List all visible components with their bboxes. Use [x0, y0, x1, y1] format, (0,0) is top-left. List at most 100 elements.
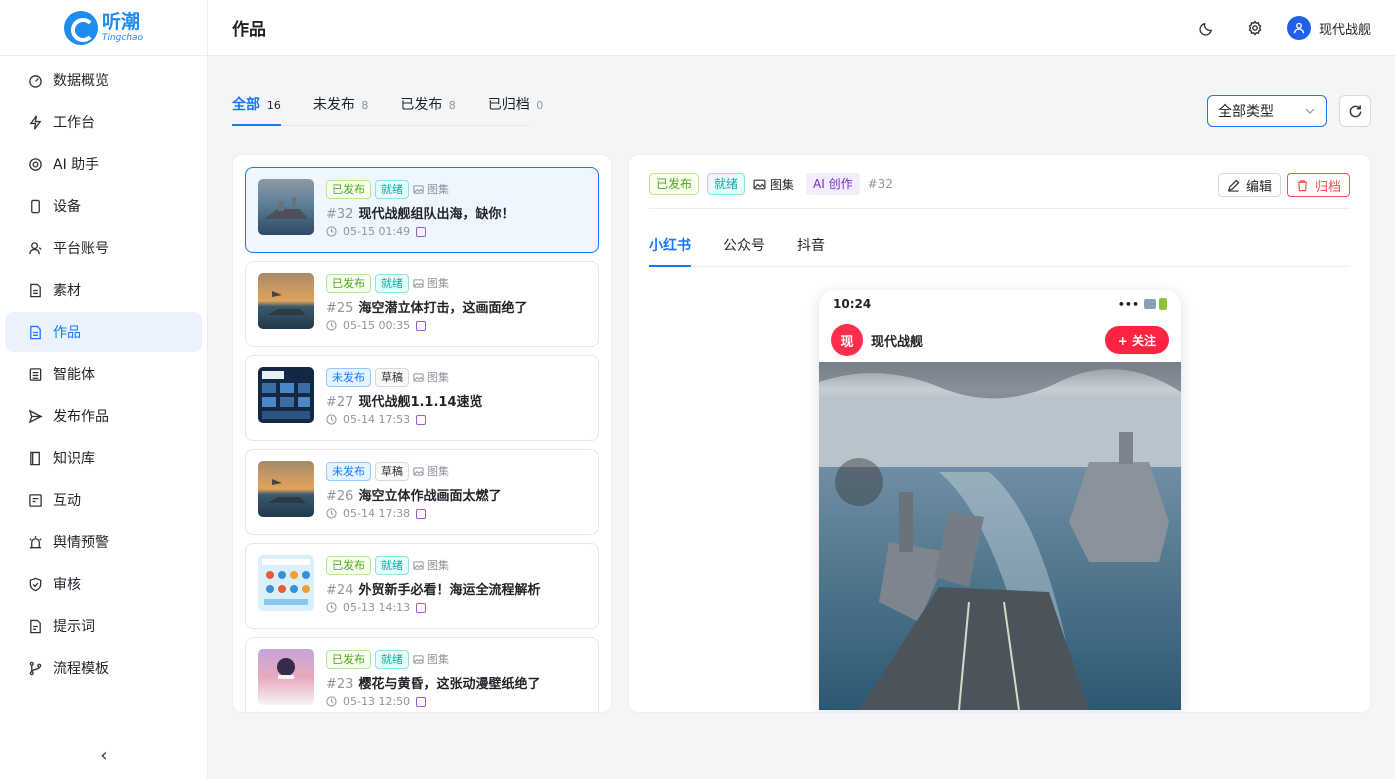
tab-published[interactable]: 已发布 8	[400, 92, 455, 125]
work-number: #23	[326, 677, 354, 692]
type-select[interactable]: 全部类型	[1207, 95, 1327, 127]
sidebar-item-label: 工作台	[53, 115, 95, 131]
image-icon	[413, 654, 424, 664]
logo-mark-icon	[63, 10, 98, 45]
dashboard-icon	[27, 72, 43, 88]
chevron-down-icon	[1305, 108, 1315, 114]
image-icon	[413, 184, 424, 194]
sidebar-item-accounts[interactable]: 平台账号	[5, 228, 202, 268]
work-title-text: 樱花与黄昏，这张动漫壁纸绝了	[358, 677, 541, 692]
status-badge: 未发布	[326, 367, 371, 387]
work-time-text: 05-13 12:50	[343, 695, 411, 708]
work-card[interactable]: 已发布 就绪 图集 #25 海空潜立体打击，这画面绝了 05-15 00:35	[245, 261, 599, 347]
kind-label: 图集	[753, 173, 794, 195]
sidebar-item-publish[interactable]: 发布作品	[5, 396, 202, 436]
sidebar-item-sentiment[interactable]: 舆情预警	[5, 522, 202, 562]
sidebar-item-devices[interactable]: 设备	[5, 186, 202, 226]
work-thumbnail	[258, 461, 314, 517]
sidebar-item-workbench[interactable]: 工作台	[5, 102, 202, 142]
work-title: #24 外贸新手必看！海运全流程解析	[326, 579, 586, 598]
sidebar-item-flow-templates[interactable]: 流程模板	[5, 648, 202, 688]
sidebar-item-agents[interactable]: 智能体	[5, 354, 202, 394]
work-card[interactable]: 未发布 草稿 图集 #27 现代战舰1.1.14速览 05-14 17:53	[245, 355, 599, 441]
sidebar-item-label: 提示词	[53, 619, 95, 635]
work-time-text: 05-14 17:38	[343, 507, 411, 520]
sidebar-nav: 数据概览 工作台 AI 助手 设备 平台账号 素材 作品 智能体 发布作品 知识…	[0, 56, 207, 688]
settings-button[interactable]	[1239, 12, 1271, 44]
sidebar-item-dashboard[interactable]: 数据概览	[5, 60, 202, 100]
sidebar-item-prompts[interactable]: 提示词	[5, 606, 202, 646]
header-actions: 现代战舰	[1191, 0, 1371, 56]
ai-creation-badge: AI 创作	[806, 173, 860, 195]
work-title-text: 海空潜立体打击，这画面绝了	[358, 301, 528, 316]
ai-generated-icon	[416, 226, 427, 237]
sidebar-item-knowledge[interactable]: 知识库	[5, 438, 202, 478]
work-card[interactable]: 已发布 就绪 图集 #24 外贸新手必看！海运全流程解析 05-13 14:13	[245, 543, 599, 629]
app-logo[interactable]: 听潮 Tingchao	[0, 0, 207, 56]
kind-text: 图集	[427, 371, 449, 384]
sidebar-item-label: 知识库	[53, 451, 95, 467]
sidebar-collapse-button[interactable]: ‹	[0, 731, 208, 779]
ai-icon	[27, 156, 43, 172]
work-thumbnail	[258, 179, 314, 235]
work-tags: 已发布 就绪 图集	[326, 273, 586, 293]
sidebar-item-ai-assistant[interactable]: AI 助手	[5, 144, 202, 184]
author-avatar: 现	[831, 324, 863, 356]
tab-label: 未发布	[312, 97, 355, 113]
edit-button[interactable]: 编辑	[1217, 173, 1281, 197]
trash-icon	[1297, 179, 1308, 191]
image-icon	[753, 179, 766, 189]
avatar[interactable]	[1286, 16, 1311, 40]
work-card[interactable]: 已发布 就绪 图集 #32 现代战舰组队出海，缺你！ 05-15 01:49	[245, 167, 599, 253]
sidebar-item-label: 作品	[53, 325, 81, 341]
tab-count: 8	[448, 99, 456, 112]
sidebar-item-materials[interactable]: 素材	[5, 270, 202, 310]
sidebar-item-interaction[interactable]: 互动	[5, 480, 202, 520]
work-number: #26	[326, 489, 354, 504]
work-number: #32	[867, 177, 893, 191]
work-thumbnail	[258, 555, 314, 611]
work-card[interactable]: 未发布 草稿 图集 #26 海空立体作战画面太燃了 05-14 17:38	[245, 449, 599, 535]
tab-archived[interactable]: 已归档 0	[488, 92, 543, 125]
work-title: #26 海空立体作战画面太燃了	[326, 485, 586, 504]
work-tags: 已发布 就绪 图集	[326, 649, 586, 669]
work-title: #23 樱花与黄昏，这张动漫壁纸绝了	[326, 673, 586, 692]
chevron-left-icon: ‹	[100, 744, 108, 766]
stage-badge: 就绪	[707, 173, 746, 195]
follow-button[interactable]: + 关注	[1104, 326, 1169, 354]
kind-label: 图集	[413, 463, 449, 479]
tab-count: 8	[361, 99, 369, 112]
work-thumbnail	[258, 649, 314, 705]
stage-badge: 就绪	[375, 273, 409, 293]
top-header: 作品 现代战舰	[208, 0, 1395, 56]
sidebar-item-works[interactable]: 作品	[5, 312, 202, 352]
sidebar-item-review[interactable]: 审核	[5, 564, 202, 604]
work-time: 05-14 17:53	[326, 413, 586, 426]
work-tags: 已发布 就绪 图集	[326, 555, 586, 575]
branch-icon	[27, 660, 43, 676]
work-thumbnail	[258, 367, 314, 423]
sidebar-item-label: 智能体	[53, 367, 95, 383]
tab-all[interactable]: 全部 16	[232, 92, 281, 126]
clock-icon	[326, 696, 337, 707]
refresh-button[interactable]	[1339, 95, 1371, 127]
user-name[interactable]: 现代战舰	[1319, 19, 1371, 38]
work-detail: 已发布 就绪 图集 AI 创作 #32 编辑 归档 小红书 公众号 抖音 10:…	[628, 154, 1371, 713]
sidebar-item-label: 设备	[53, 199, 81, 215]
lightning-icon	[27, 114, 43, 130]
tab-unpublished[interactable]: 未发布 8	[313, 92, 368, 125]
kind-label: 图集	[413, 275, 449, 291]
work-time: 05-14 17:38	[326, 507, 586, 520]
clock-icon	[326, 414, 337, 425]
kind-label: 图集	[413, 369, 449, 385]
document-icon	[27, 324, 43, 340]
tab-xiaohongshu[interactable]: 小红书	[649, 233, 691, 267]
work-card[interactable]: 已发布 就绪 图集 #23 樱花与黄昏，这张动漫壁纸绝了 05-13 12:50	[245, 637, 599, 712]
tab-wechat-official[interactable]: 公众号	[723, 233, 765, 266]
image-icon	[413, 278, 424, 288]
work-time-text: 05-14 17:53	[343, 413, 411, 426]
tab-douyin[interactable]: 抖音	[797, 233, 825, 266]
dark-mode-toggle[interactable]	[1191, 12, 1223, 44]
kind-text: 图集	[427, 183, 449, 196]
archive-button[interactable]: 归档	[1286, 173, 1350, 197]
